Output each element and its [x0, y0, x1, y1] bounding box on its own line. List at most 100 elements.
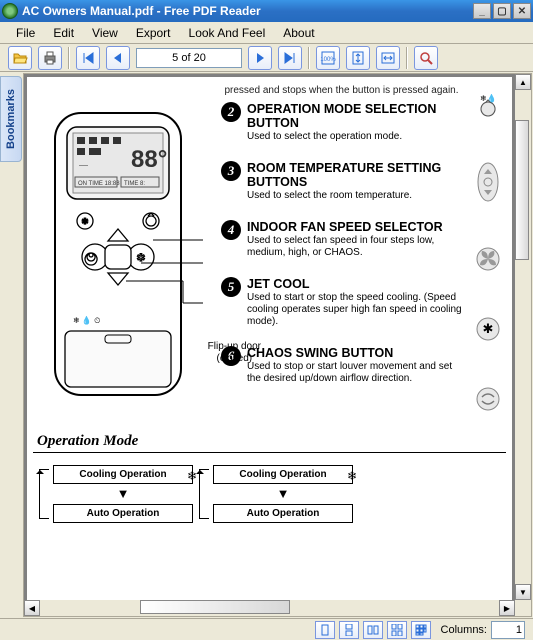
menu-edit[interactable]: Edit	[45, 24, 82, 42]
scroll-thumb[interactable]	[515, 120, 529, 260]
feature-title: CHAOS SWING BUTTON	[247, 346, 462, 360]
feature-number: 5	[221, 277, 241, 297]
next-page-button[interactable]	[248, 46, 272, 70]
menu-look-and-feel[interactable]: Look And Feel	[181, 24, 274, 42]
toolbar-separator	[308, 47, 310, 69]
svg-text:TIME 8:: TIME 8:	[124, 181, 145, 187]
scroll-corner	[515, 600, 531, 616]
main-area: Bookmarks 88°	[0, 72, 533, 618]
feature-desc: Used to select fan speed in four steps l…	[247, 235, 462, 259]
svg-text:✱: ✱	[82, 217, 89, 226]
scroll-down-button[interactable]: ▼	[515, 584, 531, 600]
fit-height-icon	[350, 50, 366, 66]
bookmarks-label: Bookmarks	[5, 89, 17, 149]
svg-text:88°: 88°	[131, 146, 167, 173]
operation-mode-flow: Cooling Operation ❄ ▼ Auto Operation Coo…	[53, 465, 506, 523]
grid-icon	[415, 624, 427, 636]
scroll-right-button[interactable]: ▶	[499, 600, 515, 616]
view-facing-button[interactable]	[363, 621, 383, 639]
bookmarks-tab[interactable]: Bookmarks	[0, 76, 22, 162]
svg-text:ON TIME 18:88: ON TIME 18:88	[78, 181, 120, 187]
toolbar: 100%	[0, 44, 533, 72]
horizontal-scrollbar[interactable]: ◀ ▶	[24, 600, 515, 616]
view-facing-cont-button[interactable]	[387, 621, 407, 639]
search-button[interactable]	[414, 46, 438, 70]
feature-item: 5 JET COOL Used to start or stop the spe…	[221, 277, 462, 328]
print-button[interactable]	[38, 46, 62, 70]
folder-open-icon	[12, 50, 28, 66]
document-viewport: 88° ⎯⎯⎯ ON TIME 18:88 TIME 8: ✱	[23, 73, 532, 617]
flow-bracket-icon	[199, 469, 209, 519]
feature-title: JET COOL	[247, 277, 462, 291]
toolbar-separator	[406, 47, 408, 69]
jetcool-mini-icon: ✱	[475, 315, 501, 343]
menu-about[interactable]: About	[275, 24, 322, 42]
flow-box: Cooling Operation	[213, 465, 353, 484]
scroll-thumb[interactable]	[140, 600, 290, 614]
feature-desc: Used to select the room temperature.	[247, 190, 462, 202]
prev-page-button[interactable]	[106, 46, 130, 70]
feature-number: 3	[221, 161, 241, 181]
arrow-down-icon: ▼	[277, 490, 290, 498]
columns-input[interactable]	[491, 621, 525, 639]
title-bar: AC Owners Manual.pdf - Free PDF Reader _…	[0, 0, 533, 22]
fit-width-button[interactable]	[376, 46, 400, 70]
last-page-button[interactable]	[278, 46, 302, 70]
view-grid-button[interactable]	[411, 621, 431, 639]
svg-text:✱: ✱	[137, 253, 145, 264]
actual-size-button[interactable]: 100%	[316, 46, 340, 70]
scroll-left-button[interactable]: ◀	[24, 600, 40, 616]
maximize-button[interactable]: ▢	[493, 3, 511, 19]
flow-box: Auto Operation	[53, 504, 193, 523]
swing-mini-icon	[475, 385, 501, 413]
menu-export[interactable]: Export	[128, 24, 179, 42]
magnifier-icon	[418, 50, 434, 66]
window-title: AC Owners Manual.pdf - Free PDF Reader	[22, 4, 473, 18]
columns-label: Columns:	[441, 624, 487, 636]
feature-number: 2	[221, 102, 241, 122]
feature-title: ROOM TEMPERATURE SETTING BUTTONS	[247, 161, 462, 189]
toolbar-separator	[68, 47, 70, 69]
last-page-icon	[283, 51, 297, 65]
scroll-track[interactable]	[40, 600, 499, 616]
menu-bar: File Edit View Export Look And Feel Abou…	[0, 22, 533, 44]
open-button[interactable]	[8, 46, 32, 70]
svg-text:✱: ✱	[483, 321, 494, 336]
mode-mini-icon: ❄💧	[475, 91, 501, 119]
temp-mini-icon	[475, 161, 501, 203]
remote-control-illustration: 88° ⎯⎯⎯ ON TIME 18:88 TIME 8: ✱	[33, 85, 203, 405]
window-controls: _ ▢ ✕	[473, 3, 531, 19]
minimize-button[interactable]: _	[473, 3, 491, 19]
scroll-track[interactable]	[515, 90, 531, 584]
fan-mini-icon	[475, 245, 501, 273]
scroll-up-button[interactable]: ▲	[515, 74, 531, 90]
continuous-icon	[343, 624, 355, 636]
fit-height-button[interactable]	[346, 46, 370, 70]
feature-number: 4	[221, 220, 241, 240]
pdf-page: 88° ⎯⎯⎯ ON TIME 18:88 TIME 8: ✱	[27, 77, 512, 600]
arrow-down-icon: ▼	[117, 490, 130, 498]
first-page-button[interactable]	[76, 46, 100, 70]
viewport-inner[interactable]: 88° ⎯⎯⎯ ON TIME 18:88 TIME 8: ✱	[24, 74, 515, 600]
status-bar: Columns:	[0, 618, 533, 640]
svg-text:❄💧: ❄💧	[480, 93, 497, 103]
mini-icon-column: ❄💧 ✱	[470, 85, 506, 413]
feature-item: 4 INDOOR FAN SPEED SELECTOR Used to sele…	[221, 220, 462, 259]
facing-cont-icon	[391, 624, 403, 636]
menu-file[interactable]: File	[8, 24, 43, 42]
close-button[interactable]: ✕	[513, 3, 531, 19]
first-page-icon	[81, 51, 95, 65]
fit-width-icon	[380, 50, 396, 66]
zoom-100-icon: 100%	[320, 50, 336, 66]
menu-view[interactable]: View	[84, 24, 126, 42]
flow-bracket-icon	[39, 469, 49, 519]
section-heading: Operation Mode	[37, 433, 506, 450]
vertical-scrollbar[interactable]: ▲ ▼	[515, 74, 531, 600]
truncated-prev-text: pressed and stops when the button is pre…	[221, 85, 462, 96]
page-number-input[interactable]	[136, 48, 242, 68]
view-single-button[interactable]	[315, 621, 335, 639]
feature-item: 2 OPERATION MODE SELECTION BUTTON Used t…	[221, 102, 462, 143]
next-page-icon	[253, 51, 267, 65]
flow-box: Auto Operation	[213, 504, 353, 523]
view-continuous-button[interactable]	[339, 621, 359, 639]
